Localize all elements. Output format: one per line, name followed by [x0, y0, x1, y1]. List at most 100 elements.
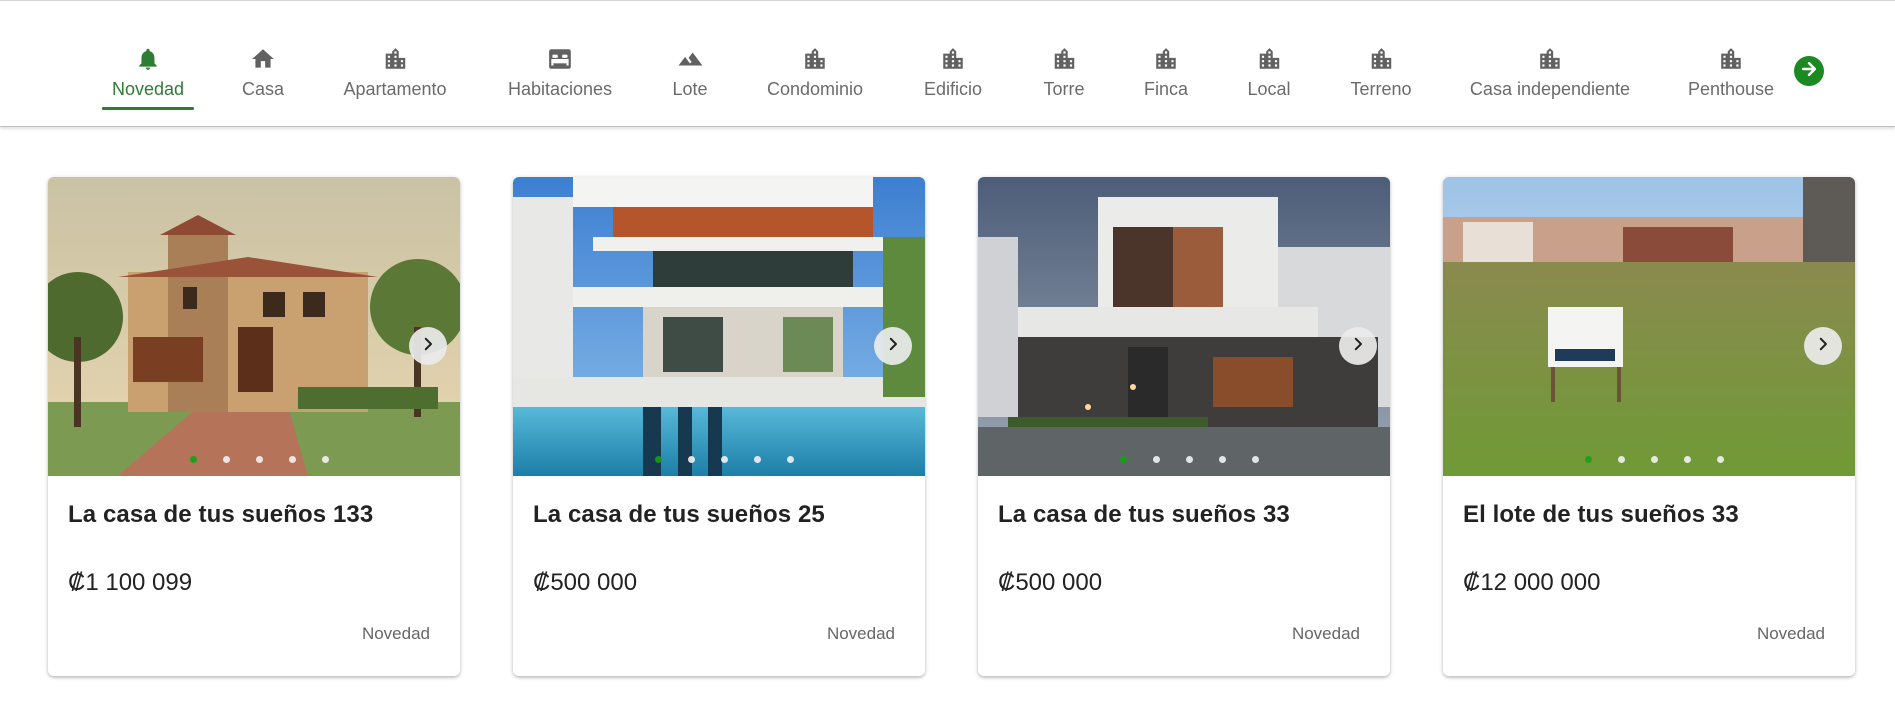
listing-info: La casa de tus sueños 133 ₡1 100 099 Nov… — [48, 476, 460, 676]
listing-photo[interactable] — [48, 177, 460, 476]
category-label: Condominio — [766, 79, 864, 99]
pagination-dot[interactable] — [256, 456, 263, 463]
chevron-right-icon — [1349, 335, 1367, 358]
chevron-right-icon — [419, 335, 437, 358]
category-tab-novedad[interactable]: Novedad — [101, 1, 195, 111]
category-bar: Novedad Casa Apartamento Habitaciones Lo… — [0, 0, 1895, 127]
listing-info: La casa de tus sueños 33 ₡500 000 Noveda… — [978, 476, 1390, 676]
pagination-dot[interactable] — [721, 456, 728, 463]
chevron-right-icon — [1814, 335, 1832, 358]
listing-price: ₡12 000 000 — [1463, 569, 1601, 596]
modern-house-dusk-image — [978, 177, 1390, 476]
category-tab-condominio[interactable]: Condominio — [767, 1, 863, 111]
category-tab-lote[interactable]: Lote — [672, 1, 708, 111]
category-label: Terreno — [1350, 79, 1412, 99]
pagination-dot[interactable] — [787, 456, 794, 463]
listing-card[interactable]: El lote de tus sueños 33 ₡12 000 000 Nov… — [1443, 177, 1855, 676]
pagination-dot[interactable] — [1585, 456, 1592, 463]
listing-title[interactable]: La casa de tus sueños 33 — [998, 501, 1290, 529]
listing-title[interactable]: El lote de tus sueños 33 — [1463, 501, 1739, 529]
mediterranean-house-image — [48, 177, 460, 476]
pagination-dot[interactable] — [190, 456, 197, 463]
listing-price: ₡500 000 — [998, 569, 1103, 596]
bed-icon — [547, 46, 573, 72]
next-photo-button[interactable] — [1804, 327, 1842, 365]
category-label: Local — [1247, 79, 1291, 99]
listing-photo[interactable] — [1443, 177, 1855, 476]
landscape-icon — [677, 46, 703, 72]
building-icon — [382, 46, 408, 72]
building-icon — [1153, 46, 1179, 72]
category-label: Apartamento — [343, 79, 447, 99]
category-tab-terreno[interactable]: Terreno — [1350, 1, 1412, 111]
photo-pagination — [655, 456, 820, 463]
category-label: Novedad — [111, 79, 185, 99]
home-icon — [250, 46, 276, 72]
grass-lot-image — [1443, 177, 1855, 476]
pagination-dot[interactable] — [1153, 456, 1160, 463]
category-tab-casa-independiente[interactable]: Casa independiente — [1470, 1, 1630, 111]
next-photo-button[interactable] — [874, 327, 912, 365]
building-icon — [1368, 46, 1394, 72]
listing-info: La casa de tus sueños 25 ₡500 000 Noveda… — [513, 476, 925, 676]
pagination-dot[interactable] — [1120, 456, 1127, 463]
next-photo-button[interactable] — [409, 327, 447, 365]
pagination-dot[interactable] — [289, 456, 296, 463]
listing-tag: Novedad — [361, 624, 430, 643]
building-icon — [1256, 46, 1282, 72]
category-label: Lote — [672, 79, 708, 99]
listing-title[interactable]: La casa de tus sueños 25 — [533, 501, 825, 529]
pagination-dot[interactable] — [223, 456, 230, 463]
category-label: Casa — [241, 79, 285, 99]
category-label: Edificio — [923, 79, 983, 99]
category-tab-casa[interactable]: Casa — [242, 1, 284, 111]
listing-tag: Novedad — [1291, 624, 1360, 643]
pagination-dot[interactable] — [1651, 456, 1658, 463]
pagination-dot[interactable] — [754, 456, 761, 463]
category-tab-apartamento[interactable]: Apartamento — [343, 1, 447, 111]
scroll-categories-right-button[interactable] — [1794, 56, 1824, 86]
category-label: Torre — [1043, 79, 1085, 99]
next-photo-button[interactable] — [1339, 327, 1377, 365]
building-icon — [1537, 46, 1563, 72]
category-tab-penthouse[interactable]: Penthouse — [1688, 1, 1774, 111]
category-label: Penthouse — [1687, 79, 1775, 99]
listing-title[interactable]: La casa de tus sueños 133 — [68, 501, 373, 529]
listing-card[interactable]: La casa de tus sueños 25 ₡500 000 Noveda… — [513, 177, 925, 676]
listing-price: ₡500 000 — [533, 569, 638, 596]
photo-pagination — [190, 456, 355, 463]
pagination-dot[interactable] — [1717, 456, 1724, 463]
listing-photo[interactable] — [978, 177, 1390, 476]
pagination-dot[interactable] — [1186, 456, 1193, 463]
pagination-dot[interactable] — [655, 456, 662, 463]
chevron-right-icon — [884, 335, 902, 358]
listing-card[interactable]: La casa de tus sueños 33 ₡500 000 Noveda… — [978, 177, 1390, 676]
pagination-dot[interactable] — [1684, 456, 1691, 463]
listing-card[interactable]: La casa de tus sueños 133 ₡1 100 099 Nov… — [48, 177, 460, 676]
arrow-right-icon — [1799, 59, 1819, 84]
listing-tag: Novedad — [1756, 624, 1825, 643]
building-icon — [802, 46, 828, 72]
listing-tag: Novedad — [826, 624, 895, 643]
listing-info: El lote de tus sueños 33 ₡12 000 000 Nov… — [1443, 476, 1855, 676]
category-tab-edificio[interactable]: Edificio — [924, 1, 982, 111]
listing-photo[interactable] — [513, 177, 925, 476]
modern-house-pool-image — [513, 177, 925, 476]
building-icon — [940, 46, 966, 72]
listing-price: ₡1 100 099 — [68, 569, 193, 596]
category-tab-torre[interactable]: Torre — [1043, 1, 1085, 111]
category-tab-habitaciones[interactable]: Habitaciones — [508, 1, 612, 111]
pagination-dot[interactable] — [322, 456, 329, 463]
category-label: Casa independiente — [1469, 79, 1631, 99]
category-tab-local[interactable]: Local — [1247, 1, 1291, 111]
bell-icon — [135, 46, 161, 72]
pagination-dot[interactable] — [1219, 456, 1226, 463]
photo-pagination — [1120, 456, 1285, 463]
pagination-dot[interactable] — [1618, 456, 1625, 463]
category-tab-finca[interactable]: Finca — [1144, 1, 1188, 111]
category-label: Habitaciones — [507, 79, 613, 99]
category-label: Finca — [1143, 79, 1189, 99]
photo-pagination — [1585, 456, 1750, 463]
pagination-dot[interactable] — [688, 456, 695, 463]
pagination-dot[interactable] — [1252, 456, 1259, 463]
